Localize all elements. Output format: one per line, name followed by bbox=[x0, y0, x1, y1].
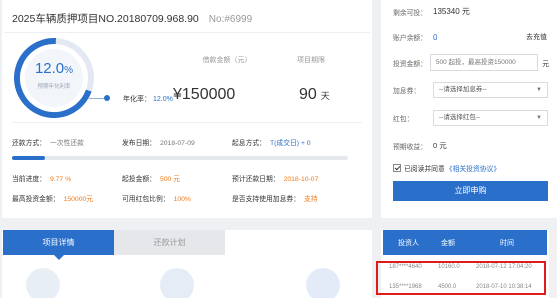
rate-inline-value: 12.0% bbox=[153, 96, 173, 103]
expected-repay-label: 预计还款日期： bbox=[232, 176, 280, 183]
coupon-label: 加息券： bbox=[393, 88, 421, 95]
timer-icon bbox=[160, 268, 194, 298]
info-row-2: 当前进度： 9.77 % 起投金额： 500 元 预计还款日期： 2018-10-07 bbox=[12, 173, 372, 183]
records-header-investor: 投资人 bbox=[398, 240, 419, 247]
coupon-support-label: 是否支持使用加息券： bbox=[232, 196, 300, 203]
coupon-select[interactable]: --请选择加息券-- ▼ bbox=[433, 82, 548, 98]
info-row-3: 最高投资金额： 150000元 可用红包比例： 100% 是否支持使用加息券： 支持 bbox=[12, 193, 372, 203]
min-invest-value: 500 元 bbox=[159, 176, 181, 183]
redpacket-ratio-label: 可用红包比例： bbox=[122, 196, 170, 203]
chevron-down-icon: ▼ bbox=[536, 115, 542, 121]
tab-repay-plan[interactable]: 还款计划 bbox=[114, 230, 225, 255]
divider bbox=[12, 122, 362, 123]
remaining-row: 剩余可投： 135340 元 bbox=[393, 6, 549, 17]
rate-inline: 年化率： 12.0% bbox=[123, 94, 173, 104]
invest-panel: 剩余可投： 135340 元 账户余额： 0 去充值 投资金额： 元 加息券： … bbox=[381, 0, 557, 218]
progress-fill bbox=[12, 156, 45, 160]
remaining-label: 剩余可投： bbox=[393, 9, 427, 17]
project-title-row: 2025车辆质押项目NO.20180709.968.90 No:#6999 bbox=[12, 11, 252, 26]
scrollbar[interactable] bbox=[549, 230, 557, 298]
project-summary-panel: 2025车辆质押项目NO.20180709.968.90 No:#6999 12… bbox=[2, 0, 372, 218]
balance-value: 0 bbox=[433, 32, 438, 42]
coupon-support-value: 支持 bbox=[303, 196, 318, 203]
amount-value: ¥150000 bbox=[173, 86, 236, 103]
apply-button[interactable]: 立即申购 bbox=[393, 181, 548, 201]
agree-text: 已阅读并同意 bbox=[404, 166, 445, 173]
shield-icon bbox=[306, 268, 340, 298]
earnings-value: 0 元 bbox=[433, 141, 447, 150]
records-header: 投资人 金额 时间 bbox=[383, 230, 547, 255]
progress-label: 当前进度： bbox=[12, 176, 46, 183]
project-title: 2025车辆质押项目NO.20180709.968.90 bbox=[12, 13, 199, 25]
investment-records-panel: 投资人 金额 时间 187****4640 10160.0 2018-07-12… bbox=[381, 230, 557, 298]
balance-label: 账户余额： bbox=[393, 35, 427, 42]
amount-row: 投资金额： 元 bbox=[393, 54, 549, 71]
interest-start-label: 起息方式： bbox=[232, 140, 266, 147]
record-investor: 187****4640 bbox=[389, 264, 422, 270]
records-header-amount: 金额 bbox=[441, 240, 455, 247]
project-number: No:#6999 bbox=[208, 14, 253, 25]
chevron-down-icon: ▼ bbox=[536, 87, 542, 93]
records-header-time: 时间 bbox=[500, 240, 514, 247]
record-time: 2018-07-12 17:04:20 bbox=[476, 264, 532, 270]
redpacket-row: 红包： --请选择红包-- ▼ bbox=[393, 110, 549, 126]
earnings-label: 预期收益： bbox=[393, 143, 427, 151]
period-label: 项目期限 bbox=[297, 57, 325, 64]
min-invest-label: 起投金额： bbox=[122, 176, 156, 183]
record-amount: 4500.0 bbox=[438, 284, 457, 290]
progress-value: 9.77 % bbox=[49, 176, 72, 183]
rate-unit: % bbox=[64, 65, 74, 76]
rate-ring-icon bbox=[14, 38, 94, 118]
invest-amount-input[interactable] bbox=[429, 54, 539, 71]
record-investor: 135****1968 bbox=[389, 284, 422, 290]
record-amount: 10160.0 bbox=[438, 264, 460, 270]
progress-bar bbox=[12, 156, 348, 160]
coupon-select-value: --请选择加息券-- bbox=[439, 86, 487, 93]
period-unit: 天 bbox=[320, 91, 330, 101]
tab-project-details[interactable]: 项目详情 bbox=[3, 230, 114, 260]
agreement-link[interactable]: 《相关投资协议》 bbox=[446, 163, 500, 173]
repay-method-label: 还款方式： bbox=[12, 140, 46, 147]
redpacket-label: 红包： bbox=[393, 116, 414, 123]
amount-unit: 元 bbox=[542, 60, 549, 68]
publish-date-label: 发布日期： bbox=[122, 140, 156, 147]
remaining-value: 135340 元 bbox=[433, 7, 470, 16]
rate-value: 12.0 bbox=[34, 60, 65, 77]
agree-checkbox[interactable] bbox=[393, 164, 401, 172]
rate-gauge: 12.0% 预期年化利率 bbox=[12, 36, 96, 120]
earnings-row: 预期收益： 0 元 bbox=[393, 140, 549, 151]
redpacket-select-value: --请选择红包-- bbox=[439, 114, 481, 121]
expected-repay-value: 2018-10-07 bbox=[283, 176, 319, 183]
period-value: 90 bbox=[299, 86, 317, 103]
info-row-1: 还款方式： 一次性还款 发布日期： 2018-07-09 起息方式： T(成交日) +… bbox=[12, 137, 372, 147]
recharge-link[interactable]: 去充值 bbox=[526, 32, 547, 42]
interest-start-value: T(成交日) + 0 bbox=[269, 140, 311, 147]
divider bbox=[4, 32, 370, 33]
period-display: 90 天 bbox=[299, 86, 330, 104]
max-invest-label: 最高投资金额： bbox=[12, 196, 60, 203]
record-time: 2018-07-10 10:38:14 bbox=[476, 284, 532, 290]
document-icon bbox=[26, 268, 60, 298]
agree-row: 已阅读并同意 《相关投资协议》 bbox=[393, 163, 500, 173]
coupon-row: 加息券： --请选择加息券-- ▼ bbox=[393, 82, 549, 98]
rate-inline-label: 年化率： bbox=[123, 96, 151, 103]
amount-input-label: 投资金额： bbox=[393, 60, 427, 68]
publish-date-value: 2018-07-09 bbox=[159, 140, 195, 147]
repay-method-value: 一次性还款 bbox=[49, 140, 84, 147]
rate-display: 12.0% bbox=[12, 60, 96, 77]
redpacket-select[interactable]: --请选择红包-- ▼ bbox=[433, 110, 548, 126]
amount-label: 借款金额（元） bbox=[202, 57, 252, 64]
max-invest-value: 150000元 bbox=[63, 196, 94, 203]
rate-subtitle: 预期年化利率 bbox=[37, 84, 71, 90]
connector-dot bbox=[104, 95, 110, 101]
redpacket-ratio-value: 100% bbox=[173, 196, 191, 203]
